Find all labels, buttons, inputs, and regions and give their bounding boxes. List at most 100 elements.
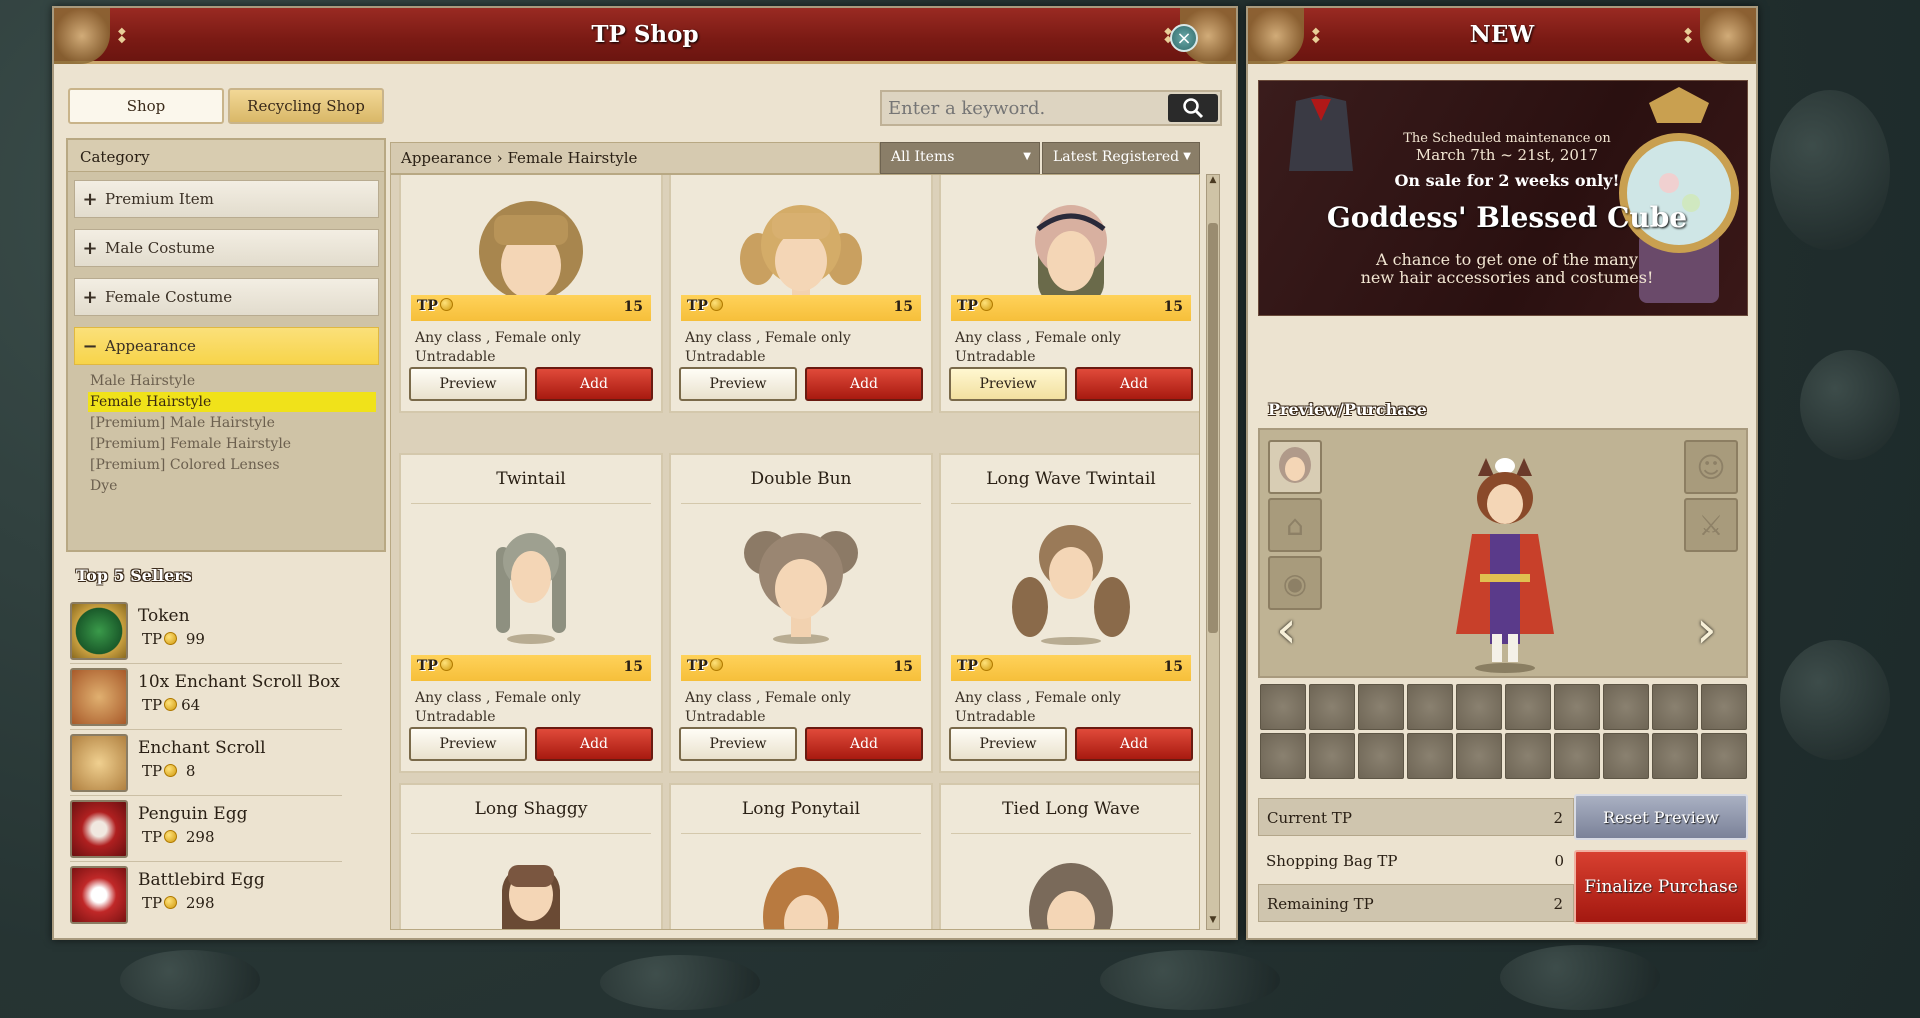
price-value: 15 [623, 299, 643, 315]
subcategory-premium-female-hairstyle[interactable]: [Premium] Female Hairstyle [88, 434, 376, 454]
bag-slot[interactable] [1505, 684, 1551, 730]
scrollbar-thumb[interactable] [1208, 223, 1218, 633]
chevron-right-icon[interactable]: › [1696, 600, 1717, 660]
bag-slot[interactable] [1358, 684, 1404, 730]
token-icon [70, 602, 128, 660]
coin-icon [164, 830, 178, 843]
price-bar: TP 15 [411, 295, 651, 321]
preview-purchase-title: Preview/Purchase [1268, 400, 1427, 419]
preview-button[interactable]: Preview [409, 727, 527, 761]
hair-long-ponytail-icon [763, 867, 839, 929]
currency-label: TP [957, 298, 978, 314]
costume-slot-icon[interactable]: ⌂ [1268, 498, 1322, 552]
search-icon[interactable] [1168, 94, 1218, 122]
add-button[interactable]: Add [535, 367, 653, 401]
bag-slot[interactable] [1652, 733, 1698, 779]
seller-item-enchant-scroll-box[interactable]: 10x Enchant Scroll Box TP 64 [70, 666, 342, 730]
subcategory-male-hairstyle[interactable]: Male Hairstyle [88, 371, 376, 391]
seller-item-token[interactable]: Token TP 99 [70, 600, 342, 664]
product-desc: Any class , Female only Untradable [415, 329, 581, 367]
new-titlebar[interactable]: ◆ ◆ ◆ ◆ NEW [1248, 8, 1756, 64]
seller-item-battlebird-egg[interactable]: Battlebird Egg TP 298 [70, 864, 342, 928]
product-scrollbar[interactable]: ▲ ▼ [1206, 174, 1220, 930]
price-value: 99 [185, 630, 205, 648]
add-button[interactable]: Add [535, 727, 653, 761]
seller-name: Penguin Egg [138, 804, 248, 824]
bag-slot[interactable] [1456, 733, 1502, 779]
subcategory-premium-male-hairstyle[interactable]: [Premium] Male Hairstyle [88, 413, 376, 433]
filter-dropdown[interactable]: All Items ▼ [880, 142, 1040, 174]
enchant-scroll-icon [70, 734, 128, 792]
tab-shop[interactable]: Shop [68, 88, 224, 124]
tab-recycling-shop[interactable]: Recycling Shop [228, 88, 384, 124]
preview-button[interactable]: Preview [949, 727, 1067, 761]
currency-label: TP [417, 658, 438, 674]
scroll-down-icon[interactable]: ▼ [1207, 915, 1219, 929]
bag-slot[interactable] [1260, 684, 1306, 730]
bag-slot[interactable] [1407, 733, 1453, 779]
bag-slot[interactable] [1652, 684, 1698, 730]
weapon-slot-icon[interactable]: ⚔ [1684, 498, 1738, 552]
product-name: Tied Long Wave [1002, 799, 1140, 819]
shopping-bag-tp-row: Shopping Bag TP 0 [1258, 842, 1574, 880]
subcategory-female-hairstyle[interactable]: Female Hairstyle [88, 392, 376, 412]
category-label: Female Costume [105, 288, 233, 306]
price-value: 15 [1163, 299, 1183, 315]
preview-button[interactable]: Preview [679, 727, 797, 761]
scroll-up-icon[interactable]: ▲ [1207, 175, 1219, 189]
preview-button[interactable]: Preview [409, 367, 527, 401]
tab-shop-label: Shop [126, 97, 166, 115]
close-icon[interactable]: × [1170, 24, 1198, 52]
reset-preview-button[interactable]: Reset Preview [1574, 794, 1748, 840]
coin-icon [979, 658, 993, 671]
bag-slot[interactable] [1309, 684, 1355, 730]
category-male-costume[interactable]: + Male Costume [74, 229, 379, 267]
banner-body: A chance to get one of the many new hair… [1307, 251, 1707, 287]
preview-button[interactable]: Preview [679, 367, 797, 401]
add-button[interactable]: Add [805, 367, 923, 401]
price-bar: TP 15 [681, 295, 921, 321]
bag-slot[interactable] [1309, 733, 1355, 779]
bag-slot[interactable] [1260, 733, 1306, 779]
add-button[interactable]: Add [805, 727, 923, 761]
promo-banner[interactable]: The Scheduled maintenance on March 7th ~… [1258, 80, 1748, 316]
category-premium-item[interactable]: + Premium Item [74, 180, 379, 218]
bag-slot[interactable] [1554, 684, 1600, 730]
category-female-costume[interactable]: + Female Costume [74, 278, 379, 316]
add-button[interactable]: Add [1075, 727, 1193, 761]
preview-button[interactable]: Preview [949, 367, 1067, 401]
seller-item-penguin-egg[interactable]: Penguin Egg TP 298 [70, 798, 342, 862]
currency-label: TP [142, 696, 163, 714]
bag-slot[interactable] [1505, 733, 1551, 779]
category-label: Male Costume [105, 239, 215, 257]
bag-slot[interactable] [1358, 733, 1404, 779]
character-preview[interactable] [1450, 454, 1560, 674]
subcategory-dye[interactable]: Dye [88, 476, 376, 496]
hair-twintail-icon [496, 533, 566, 644]
bag-slot[interactable] [1603, 733, 1649, 779]
costume-icon [1289, 95, 1353, 171]
bag-slot[interactable] [1407, 684, 1453, 730]
divider [681, 833, 921, 834]
search-input[interactable] [882, 97, 1172, 119]
desc-class: Any class , Female only [955, 330, 1121, 346]
scroll-box-icon [70, 668, 128, 726]
add-button[interactable]: Add [1075, 367, 1193, 401]
tp-shop-titlebar[interactable]: ◆ ◆ ◆ ◆ TP Shop × [54, 8, 1236, 64]
bag-slot[interactable] [1603, 684, 1649, 730]
desc-class: Any class , Female only [415, 690, 581, 706]
chevron-left-icon[interactable]: ‹ [1276, 600, 1297, 660]
bag-slot[interactable] [1701, 733, 1747, 779]
sort-dropdown[interactable]: Latest Registered ▼ [1042, 142, 1200, 174]
bag-slot[interactable] [1554, 733, 1600, 779]
bag-slot[interactable] [1456, 684, 1502, 730]
hair-slot[interactable] [1268, 440, 1322, 494]
category-appearance[interactable]: − Appearance [74, 327, 379, 365]
head-slot-icon[interactable]: ☺ [1684, 440, 1738, 494]
bag-slot[interactable] [1701, 684, 1747, 730]
finalize-purchase-button[interactable]: Finalize Purchase [1574, 850, 1748, 924]
seller-item-enchant-scroll[interactable]: Enchant Scroll TP 8 [70, 732, 342, 796]
top5-title: Top 5 Sellers [76, 566, 192, 585]
current-tp-label: Current TP [1267, 809, 1352, 827]
subcategory-premium-colored-lenses[interactable]: [Premium] Colored Lenses [88, 455, 376, 475]
